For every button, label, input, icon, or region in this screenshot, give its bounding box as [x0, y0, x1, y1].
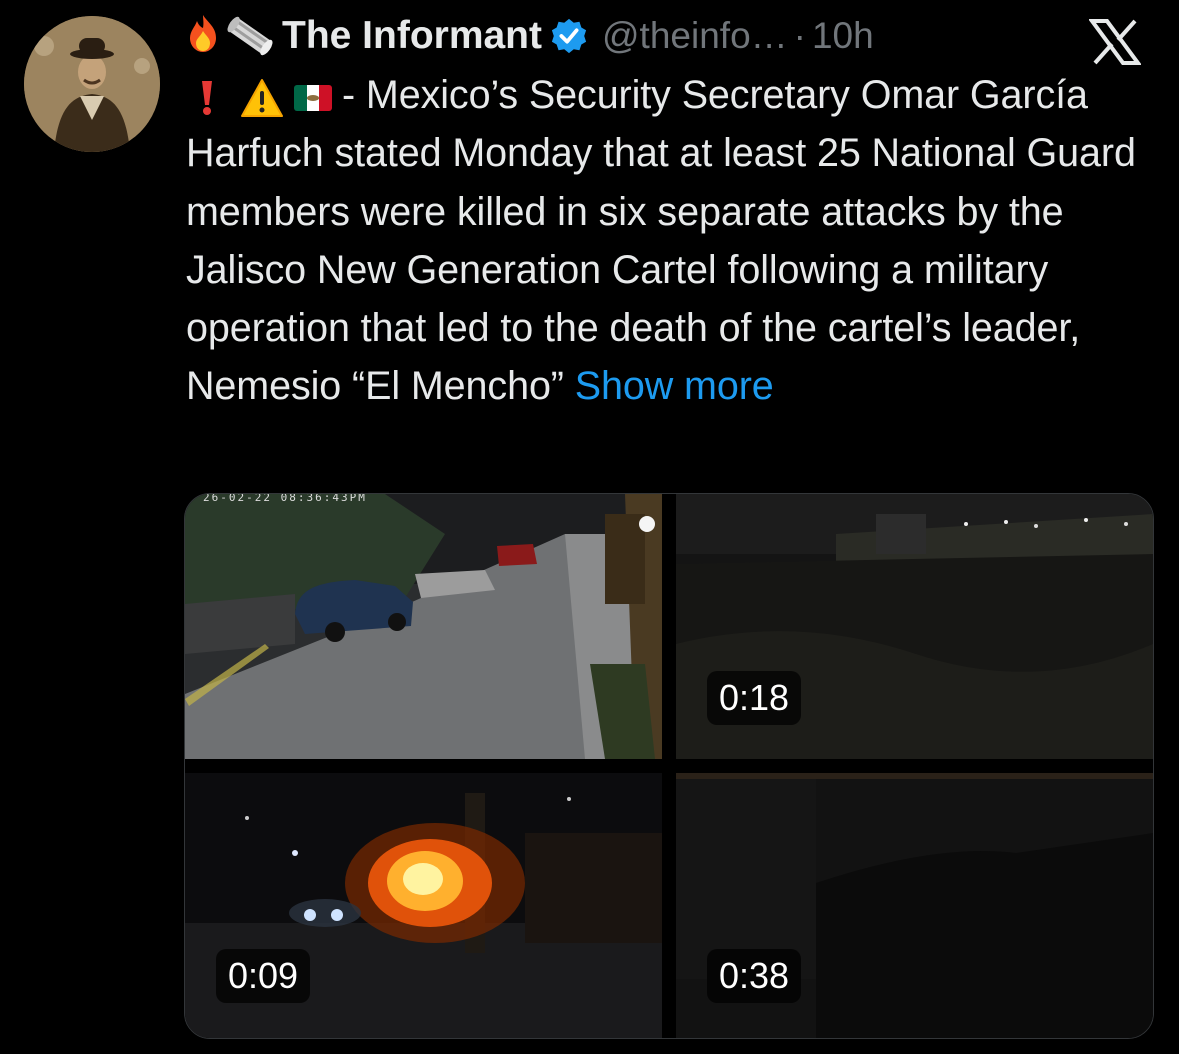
dark-night-video[interactable]: 0:38 [676, 773, 1153, 1038]
video-duration: 0:09 [216, 949, 311, 1003]
separator-dot: · [793, 15, 806, 56]
show-more-link[interactable]: Show more [575, 364, 774, 408]
warning-emoji [241, 78, 283, 117]
timestamp[interactable]: 10h [812, 15, 874, 57]
tweet-body: - Mexico’s Security Secretary Omar Garcí… [186, 73, 1136, 409]
avatar[interactable] [24, 16, 160, 152]
author-handle[interactable]: @theinfo… [602, 15, 788, 57]
burning-vehicle-video[interactable]: 0:09 [185, 773, 662, 1038]
fire-emoji [186, 13, 220, 59]
red-exclamation-emoji [202, 80, 212, 115]
x-logo-icon[interactable] [1089, 18, 1141, 66]
author-name[interactable]: The Informant [282, 14, 542, 58]
mexico-flag-emoji [294, 84, 332, 111]
cctv-street-video[interactable]: 26-02-22 08:36:43PM [185, 494, 662, 759]
tweet-header: The Informant @theinfo… · 10h [186, 8, 1156, 64]
verified-badge-icon [551, 18, 587, 54]
media-grid: 26-02-22 08:36:43PM 0:18 0:09 0:38 [184, 493, 1154, 1039]
scroll-emoji [224, 16, 276, 56]
video-duration: 0:38 [707, 949, 802, 1003]
video-duration: 0:18 [707, 671, 802, 725]
cctv-timestamp: 26-02-22 08:36:43PM [203, 494, 367, 504]
lead-emojis [186, 78, 332, 118]
tweet-text: - Mexico’s Security Secretary Omar Garcí… [186, 66, 1156, 416]
night-field-video[interactable]: 0:18 [676, 494, 1153, 759]
cctv-street-thumbnail [185, 494, 662, 759]
